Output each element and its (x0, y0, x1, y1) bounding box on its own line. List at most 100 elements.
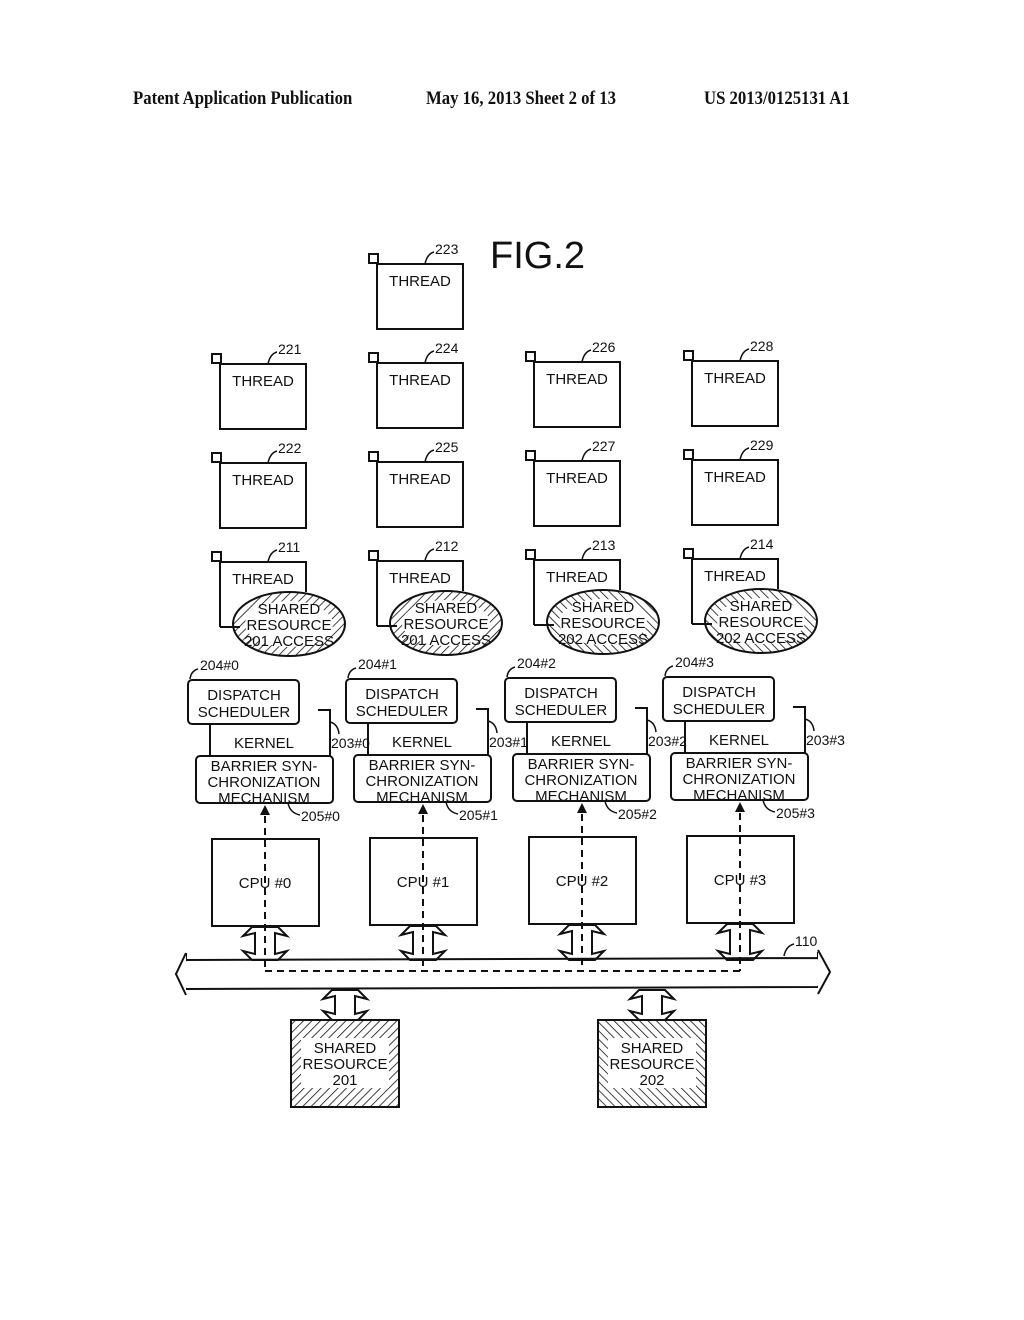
scheduler-label-line: SCHEDULER (356, 703, 449, 720)
barrier-label-line: CHRONIZATION (524, 772, 637, 789)
kernel-ref-number: 203#0 (331, 735, 370, 751)
thread-224: THREAD 224 (368, 340, 464, 429)
thread-ref-number: 227 (592, 438, 616, 454)
thread-label: THREAD (389, 372, 451, 389)
barrier-label-line: CHRONIZATION (207, 774, 320, 791)
ref-leader-line (424, 548, 435, 562)
thread-228: THREAD 228 (683, 338, 779, 427)
ref-leader-line (424, 251, 435, 265)
thread-label: THREAD (704, 370, 766, 387)
thread-label: THREAD (546, 569, 608, 586)
cpu-stack-0: 204#0 KERNEL 203#0 DISPATCHSCHEDULER BARRIER… (187, 657, 370, 971)
barrier-label-line: CHRONIZATION (682, 771, 795, 788)
thread-label: THREAD (546, 470, 608, 487)
shared-resource-202: SHAREDRESOURCE202 (597, 989, 707, 1108)
ref-leader-line (804, 718, 815, 732)
shared-resource-label-line: 202 (639, 1072, 664, 1089)
shared-resource-label-line: SHARED (621, 1040, 684, 1057)
scheduler-label-line: DISPATCH (365, 686, 439, 703)
thread-handle-icon (368, 253, 379, 264)
barrier-ref-number: 205#1 (459, 807, 498, 823)
thread-label: THREAD (389, 273, 451, 290)
thread-ref-number: 226 (592, 339, 616, 355)
access-label-line: 201 ACCESS (244, 633, 334, 650)
access-label-line: SHARED (730, 598, 793, 615)
barrier-label-line: MECHANISM (218, 790, 310, 807)
ref-leader-line (581, 448, 592, 462)
scheduler-ref-number: 204#0 (200, 657, 239, 673)
scheduler-ref-number: 204#2 (517, 655, 556, 671)
access-label-line: 202 ACCESS (558, 631, 648, 648)
barrier-ref-number: 205#3 (776, 805, 815, 821)
thread-222: THREAD 222 (211, 440, 307, 529)
thread-227: THREAD 227 (525, 438, 621, 527)
barrier-label-line: MECHANISM (376, 789, 468, 806)
kernel-label: KERNEL (392, 734, 452, 751)
thread-handle-icon (683, 548, 694, 559)
scheduler-label-line: SCHEDULER (673, 701, 766, 718)
scheduler-label-line: SCHEDULER (198, 704, 291, 721)
thread-ref-number: 223 (435, 241, 459, 257)
access-thread-214: THREAD 214 SHAREDRESOURCE202 ACCESS (683, 536, 818, 654)
ref-leader-line (267, 351, 278, 365)
thread-label: THREAD (232, 571, 294, 588)
figure-title: FIG.2 (490, 235, 585, 277)
ref-leader-line (664, 665, 674, 677)
thread-handle-icon (368, 550, 379, 561)
scheduler-label-line: DISPATCH (524, 685, 598, 702)
ref-leader-line (329, 721, 340, 735)
ref-leader-line (347, 667, 357, 679)
access-label-line: RESOURCE (246, 617, 331, 634)
kernel-ref-number: 203#2 (648, 733, 687, 749)
access-label-line: SHARED (572, 599, 635, 616)
barrier-label-line: MECHANISM (535, 788, 627, 805)
scheduler-label-line: SCHEDULER (515, 702, 608, 719)
thread-label: THREAD (546, 371, 608, 388)
thread-handle-icon (368, 451, 379, 462)
shared-resource-label-line: SHARED (314, 1040, 377, 1057)
ref-leader-line (739, 546, 750, 560)
barrier-ref-number: 205#2 (618, 806, 657, 822)
thread-handle-icon (211, 551, 222, 562)
access-label-line: 201 ACCESS (401, 632, 491, 649)
thread-label: THREAD (389, 471, 451, 488)
ref-leader-line (739, 447, 750, 461)
kernel-ref-number: 203#3 (806, 732, 845, 748)
thread-ref-number: 212 (435, 538, 459, 554)
kernel-label: KERNEL (551, 733, 611, 750)
thread-223: THREAD 223 (368, 241, 464, 330)
ref-leader-line (581, 547, 592, 561)
barrier-label-line: CHRONIZATION (365, 773, 478, 790)
shared-resource-label-line: 201 (332, 1072, 357, 1089)
ref-leader-line (646, 719, 657, 733)
cpu-stack-2: 204#2 KERNEL 203#2 DISPATCHSCHEDULER BARRIER… (504, 655, 687, 971)
thread-handle-icon (525, 450, 536, 461)
diagram-content: THREAD223THREAD221THREAD224THREAD226THRE… (174, 241, 845, 1108)
bus-double-arrow (239, 926, 291, 961)
thread-229: THREAD 229 (683, 437, 779, 526)
thread-handle-icon (683, 350, 694, 361)
barrier-label-line: BARRIER SYN- (211, 758, 318, 775)
figure-2-diagram: FIG.2 THREAD 223 THREAD 221 THREAD 224 THREAD 2… (174, 235, 845, 1108)
thread-ref-number: 228 (750, 338, 774, 354)
bus-double-arrow (556, 924, 608, 961)
access-thread-211: THREAD 211 SHAREDRESOURCE201 ACCESS (211, 539, 346, 657)
thread-ref-number: 213 (592, 537, 616, 553)
barrier-label-line: BARRIER SYN- (369, 757, 476, 774)
thread-handle-icon (683, 449, 694, 460)
thread-handle-icon (211, 452, 222, 463)
ref-leader-line (424, 449, 435, 463)
scheduler-ref-number: 204#1 (358, 656, 397, 672)
thread-label: THREAD (704, 568, 766, 585)
access-label-line: 202 ACCESS (716, 630, 806, 647)
thread-ref-number: 229 (750, 437, 774, 453)
thread-ref-number: 222 (278, 440, 302, 456)
ref-leader-line (783, 943, 795, 957)
bus-double-arrow (397, 925, 449, 961)
access-thread-212: THREAD 212 SHAREDRESOURCE201 ACCESS (368, 538, 503, 656)
ref-leader-line (267, 549, 278, 563)
thread-label: THREAD (232, 373, 294, 390)
ref-leader-line (506, 666, 516, 678)
access-thread-213: THREAD 213 SHAREDRESOURCE202 ACCESS (525, 537, 660, 655)
thread-handle-icon (211, 353, 222, 364)
